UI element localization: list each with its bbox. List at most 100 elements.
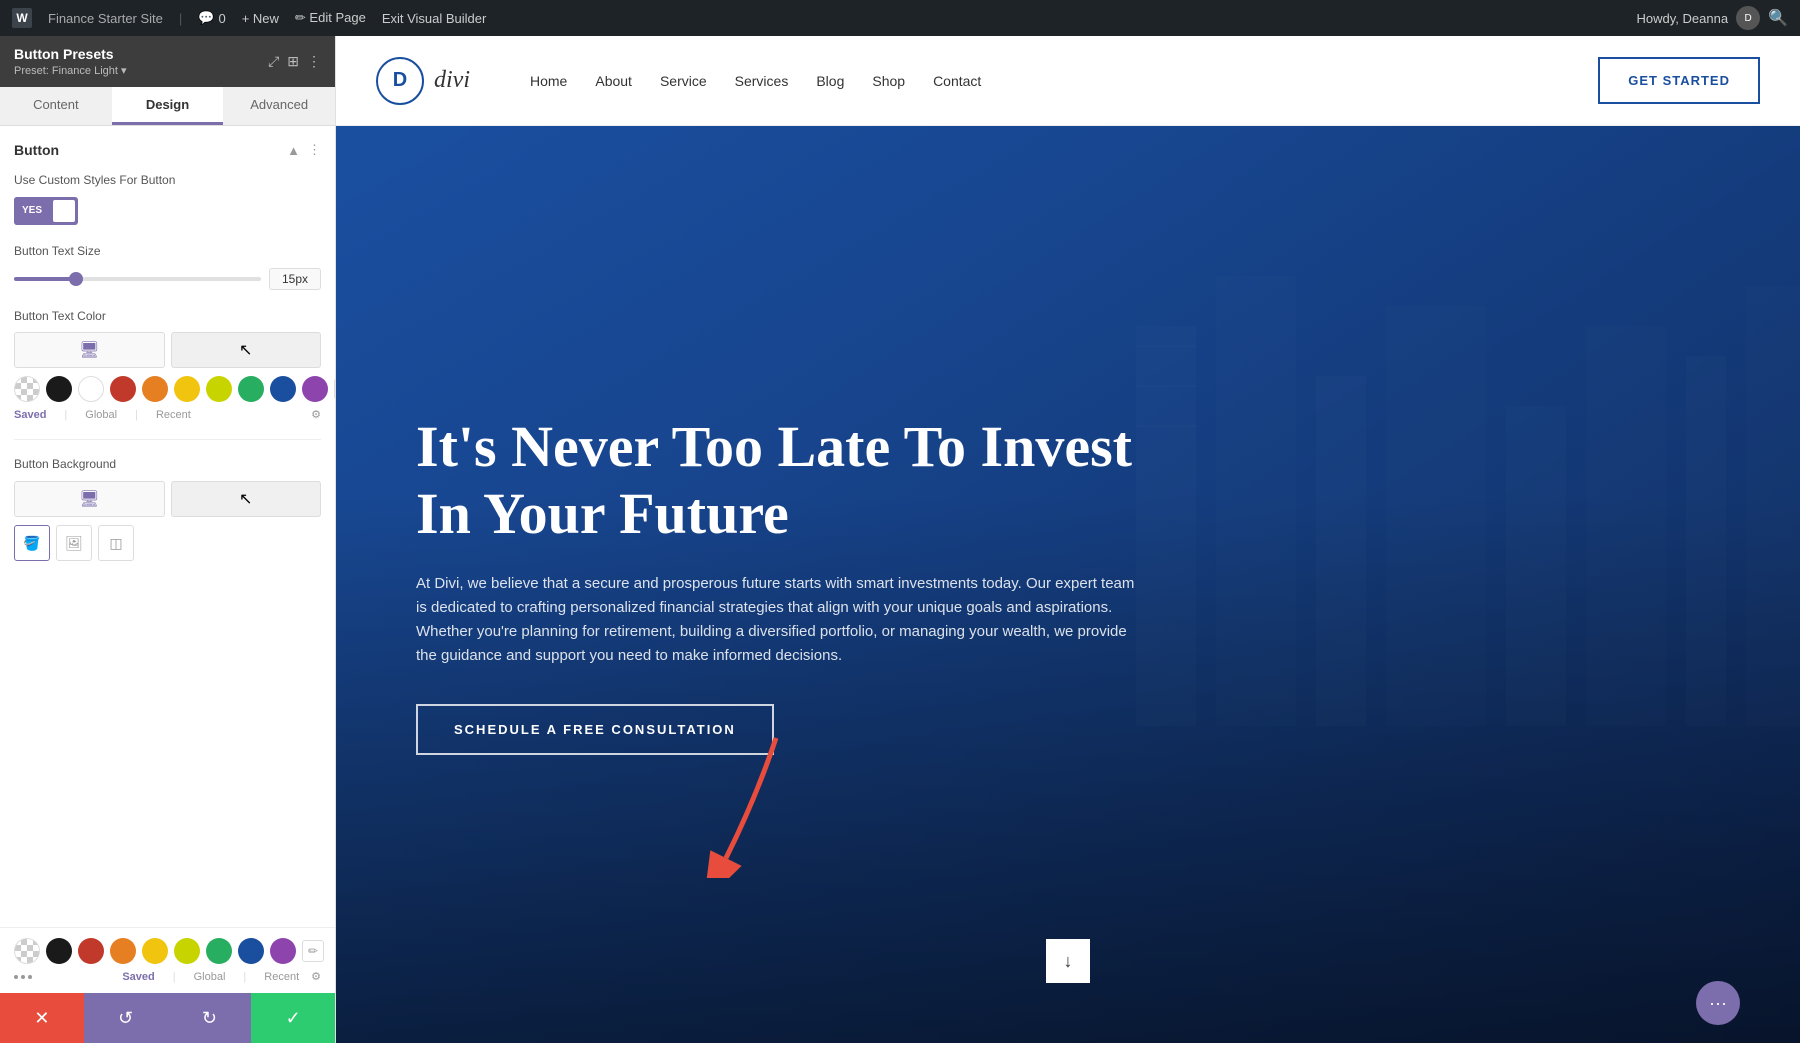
slider-thumb[interactable]: [69, 272, 83, 286]
bg-monitor-icon: 🖥: [79, 489, 99, 509]
user-menu[interactable]: Howdy, Deanna D 🔍: [1637, 6, 1788, 30]
save-button[interactable]: ✓: [251, 993, 335, 1043]
section-icons: ▲ ⋮: [287, 142, 321, 158]
edit-page-link[interactable]: ✏ Edit Page: [295, 10, 366, 26]
bottom-swatch-blue[interactable]: [238, 938, 264, 964]
admin-bar: W Finance Starter Site | 💬 0 + New ✏ Edi…: [0, 0, 1800, 36]
toggle-handle: [53, 200, 75, 222]
toggle-yes-label: YES: [14, 197, 50, 225]
swatch-transparent[interactable]: [14, 376, 40, 402]
bg-monitor-preview[interactable]: 🖥: [14, 481, 165, 517]
bottom-swatch-bright-yellow[interactable]: [174, 938, 200, 964]
fullscreen-icon[interactable]: ⤢: [268, 53, 279, 70]
color-tabs: Saved | Global | Recent ⚙: [14, 408, 321, 421]
color-tab-saved[interactable]: Saved: [14, 409, 46, 421]
swatch-bright-yellow[interactable]: [206, 376, 232, 402]
slider-value[interactable]: 15px: [269, 268, 321, 290]
bottom-gear-icon[interactable]: ⚙: [311, 970, 321, 983]
color-tab-global[interactable]: Global: [85, 409, 117, 421]
nav-shop[interactable]: Shop: [872, 73, 905, 89]
undo-button[interactable]: ↺: [84, 993, 168, 1043]
grid-icon[interactable]: ⊞: [287, 53, 299, 70]
bottom-color-tab-saved[interactable]: Saved: [122, 971, 154, 983]
swatch-white[interactable]: [78, 376, 104, 402]
pencil-icon[interactable]: ✏: [334, 378, 335, 400]
color-tab-gear-icon[interactable]: ⚙: [311, 408, 321, 421]
custom-styles-toggle-field: Use Custom Styles For Button YES: [14, 172, 321, 225]
hero-content: It's Never Too Late To Invest In Your Fu…: [336, 126, 1236, 1043]
redo-button[interactable]: ↻: [168, 993, 252, 1043]
bottom-pencil-icon[interactable]: ✏: [302, 940, 324, 962]
site-header: D divi Home About Service Services Blog …: [336, 36, 1800, 126]
comments-link[interactable]: 💬 0: [198, 10, 225, 26]
swatch-red[interactable]: [110, 376, 136, 402]
panel-tabs: Content Design Advanced: [0, 87, 335, 126]
button-background-field: Button Background 🖥 ↖ 🪣 🖼 ◫: [14, 456, 321, 561]
slider-fill: [14, 277, 76, 281]
slider-track[interactable]: [14, 277, 261, 281]
bottom-swatch-orange[interactable]: [110, 938, 136, 964]
color-cursor-preview[interactable]: ↖: [171, 332, 322, 368]
bottom-color-tab-recent[interactable]: Recent: [264, 971, 299, 983]
bottom-color-tabs: Saved | Global | Recent ⚙: [14, 970, 321, 983]
bg-cursor-preview[interactable]: ↖: [171, 481, 322, 517]
bottom-swatch-black[interactable]: [46, 938, 72, 964]
toggle-label: Use Custom Styles For Button: [14, 172, 321, 189]
get-started-button[interactable]: GET STARTED: [1598, 57, 1760, 104]
hero-section: It's Never Too Late To Invest In Your Fu…: [336, 126, 1800, 1043]
swatch-yellow[interactable]: [174, 376, 200, 402]
tab-advanced[interactable]: Advanced: [223, 87, 335, 125]
panel-bottom-swatches: ✏ Saved | Global | Recent ⚙: [0, 927, 335, 993]
tab-design[interactable]: Design: [112, 87, 224, 125]
site-logo[interactable]: D divi: [376, 57, 470, 105]
nav-contact[interactable]: Contact: [933, 73, 981, 89]
search-icon[interactable]: 🔍: [1768, 8, 1788, 28]
cancel-button[interactable]: ✕: [0, 993, 84, 1043]
bg-type-gradient[interactable]: ◫: [98, 525, 134, 561]
swatch-orange[interactable]: [142, 376, 168, 402]
float-action-button[interactable]: ···: [1696, 981, 1740, 1025]
bg-type-image[interactable]: 🖼: [56, 525, 92, 561]
swatch-purple[interactable]: [302, 376, 328, 402]
more-icon[interactable]: ⋮: [307, 53, 321, 70]
button-text-color-field: Button Text Color 🖥 ↖: [14, 308, 321, 422]
swatch-black[interactable]: [46, 376, 72, 402]
bottom-swatch-yellow[interactable]: [142, 938, 168, 964]
bottom-color-tab-global[interactable]: Global: [194, 971, 226, 983]
wp-logo-icon[interactable]: W: [12, 8, 32, 28]
swatch-blue[interactable]: [270, 376, 296, 402]
hero-cta-button[interactable]: SCHEDULE A FREE CONSULTATION: [416, 704, 774, 755]
color-swatches-row: ✏: [14, 376, 321, 402]
exit-visual-builder-link[interactable]: Exit Visual Builder: [382, 11, 487, 26]
collapse-icon[interactable]: ▲: [287, 143, 300, 158]
custom-styles-toggle[interactable]: YES: [14, 197, 78, 225]
tab-content[interactable]: Content: [0, 87, 112, 125]
color-tab-recent[interactable]: Recent: [156, 409, 191, 421]
float-action-icon: ···: [1709, 993, 1727, 1014]
left-panel: Button Presets Preset: Finance Light ▾ ⤢…: [0, 36, 336, 1043]
hero-title: It's Never Too Late To Invest In Your Fu…: [416, 414, 1176, 547]
scroll-down-button[interactable]: ↓: [1046, 939, 1090, 983]
nav-service[interactable]: Service: [660, 73, 707, 89]
section-more-icon[interactable]: ⋮: [308, 142, 321, 158]
dots-menu[interactable]: [14, 975, 32, 979]
bg-preview-row: 🖥 ↖: [14, 481, 321, 517]
panel-subtitle[interactable]: Preset: Finance Light ▾: [14, 64, 127, 77]
panel-divider: [14, 439, 321, 440]
user-avatar: D: [1736, 6, 1760, 30]
bottom-swatch-transparent[interactable]: [14, 938, 40, 964]
bottom-swatch-green[interactable]: [206, 938, 232, 964]
slider-row: 15px: [14, 268, 321, 290]
bg-type-color[interactable]: 🪣: [14, 525, 50, 561]
color-monitor-preview[interactable]: 🖥: [14, 332, 165, 368]
bottom-swatch-red[interactable]: [78, 938, 104, 964]
color-preview-row: 🖥 ↖: [14, 332, 321, 368]
nav-services[interactable]: Services: [735, 73, 789, 89]
new-button[interactable]: + New: [242, 11, 279, 26]
nav-about[interactable]: About: [595, 73, 632, 89]
swatch-green[interactable]: [238, 376, 264, 402]
nav-home[interactable]: Home: [530, 73, 567, 89]
nav-blog[interactable]: Blog: [816, 73, 844, 89]
site-name[interactable]: Finance Starter Site: [48, 11, 163, 26]
bottom-swatch-purple[interactable]: [270, 938, 296, 964]
